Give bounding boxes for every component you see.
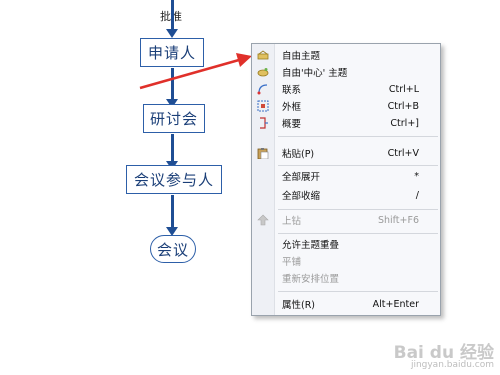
menu-item-collapse-all[interactable]: 全部收缩 / [252, 187, 440, 203]
boundary-icon [252, 98, 274, 114]
menu-item-expand-all[interactable]: 全部展开 * [252, 168, 440, 184]
menu-item-free-topic[interactable]: 自由主题 [252, 47, 440, 63]
menu-item-allow-overlap[interactable]: 允许主题重叠 [252, 236, 440, 252]
menu-item-free-central-topic[interactable]: 自由'中心' 主题 [252, 64, 440, 80]
context-menu: 自由主题 自由'中心' 主题 联系 Ctrl+L 外框 Ctrl+B 概要 Ct… [251, 43, 441, 316]
menu-item-tile: 平铺 [282, 257, 302, 268]
menu-item-boundary[interactable]: 外框 Ctrl+B [252, 98, 440, 114]
menu-separator [278, 136, 438, 137]
paste-icon [252, 145, 274, 161]
menu-separator [278, 291, 438, 292]
free-topic-icon [252, 47, 274, 63]
menu-separator [278, 209, 438, 210]
menu-separator [278, 233, 438, 234]
summary-icon [252, 115, 274, 131]
menu-item-summary[interactable]: 概要 Ctrl+] [252, 115, 440, 131]
menu-item-paste[interactable]: 粘贴(P) Ctrl+V [252, 145, 440, 161]
baidu-watermark: Bai du 经验 jingyan.baidu.com [393, 343, 494, 371]
menu-separator [278, 165, 438, 166]
menu-item-relationship[interactable]: 联系 Ctrl+L [252, 81, 440, 97]
drill-up-icon [252, 212, 274, 228]
menu-item-rearrange: 重新安排位置 [282, 274, 340, 285]
menu-item-drill-up: 上钻 Shift+F6 [252, 212, 440, 228]
relationship-icon [252, 81, 274, 97]
menu-item-properties[interactable]: 属性(R) Alt+Enter [252, 296, 440, 312]
free-central-topic-icon [252, 64, 274, 80]
